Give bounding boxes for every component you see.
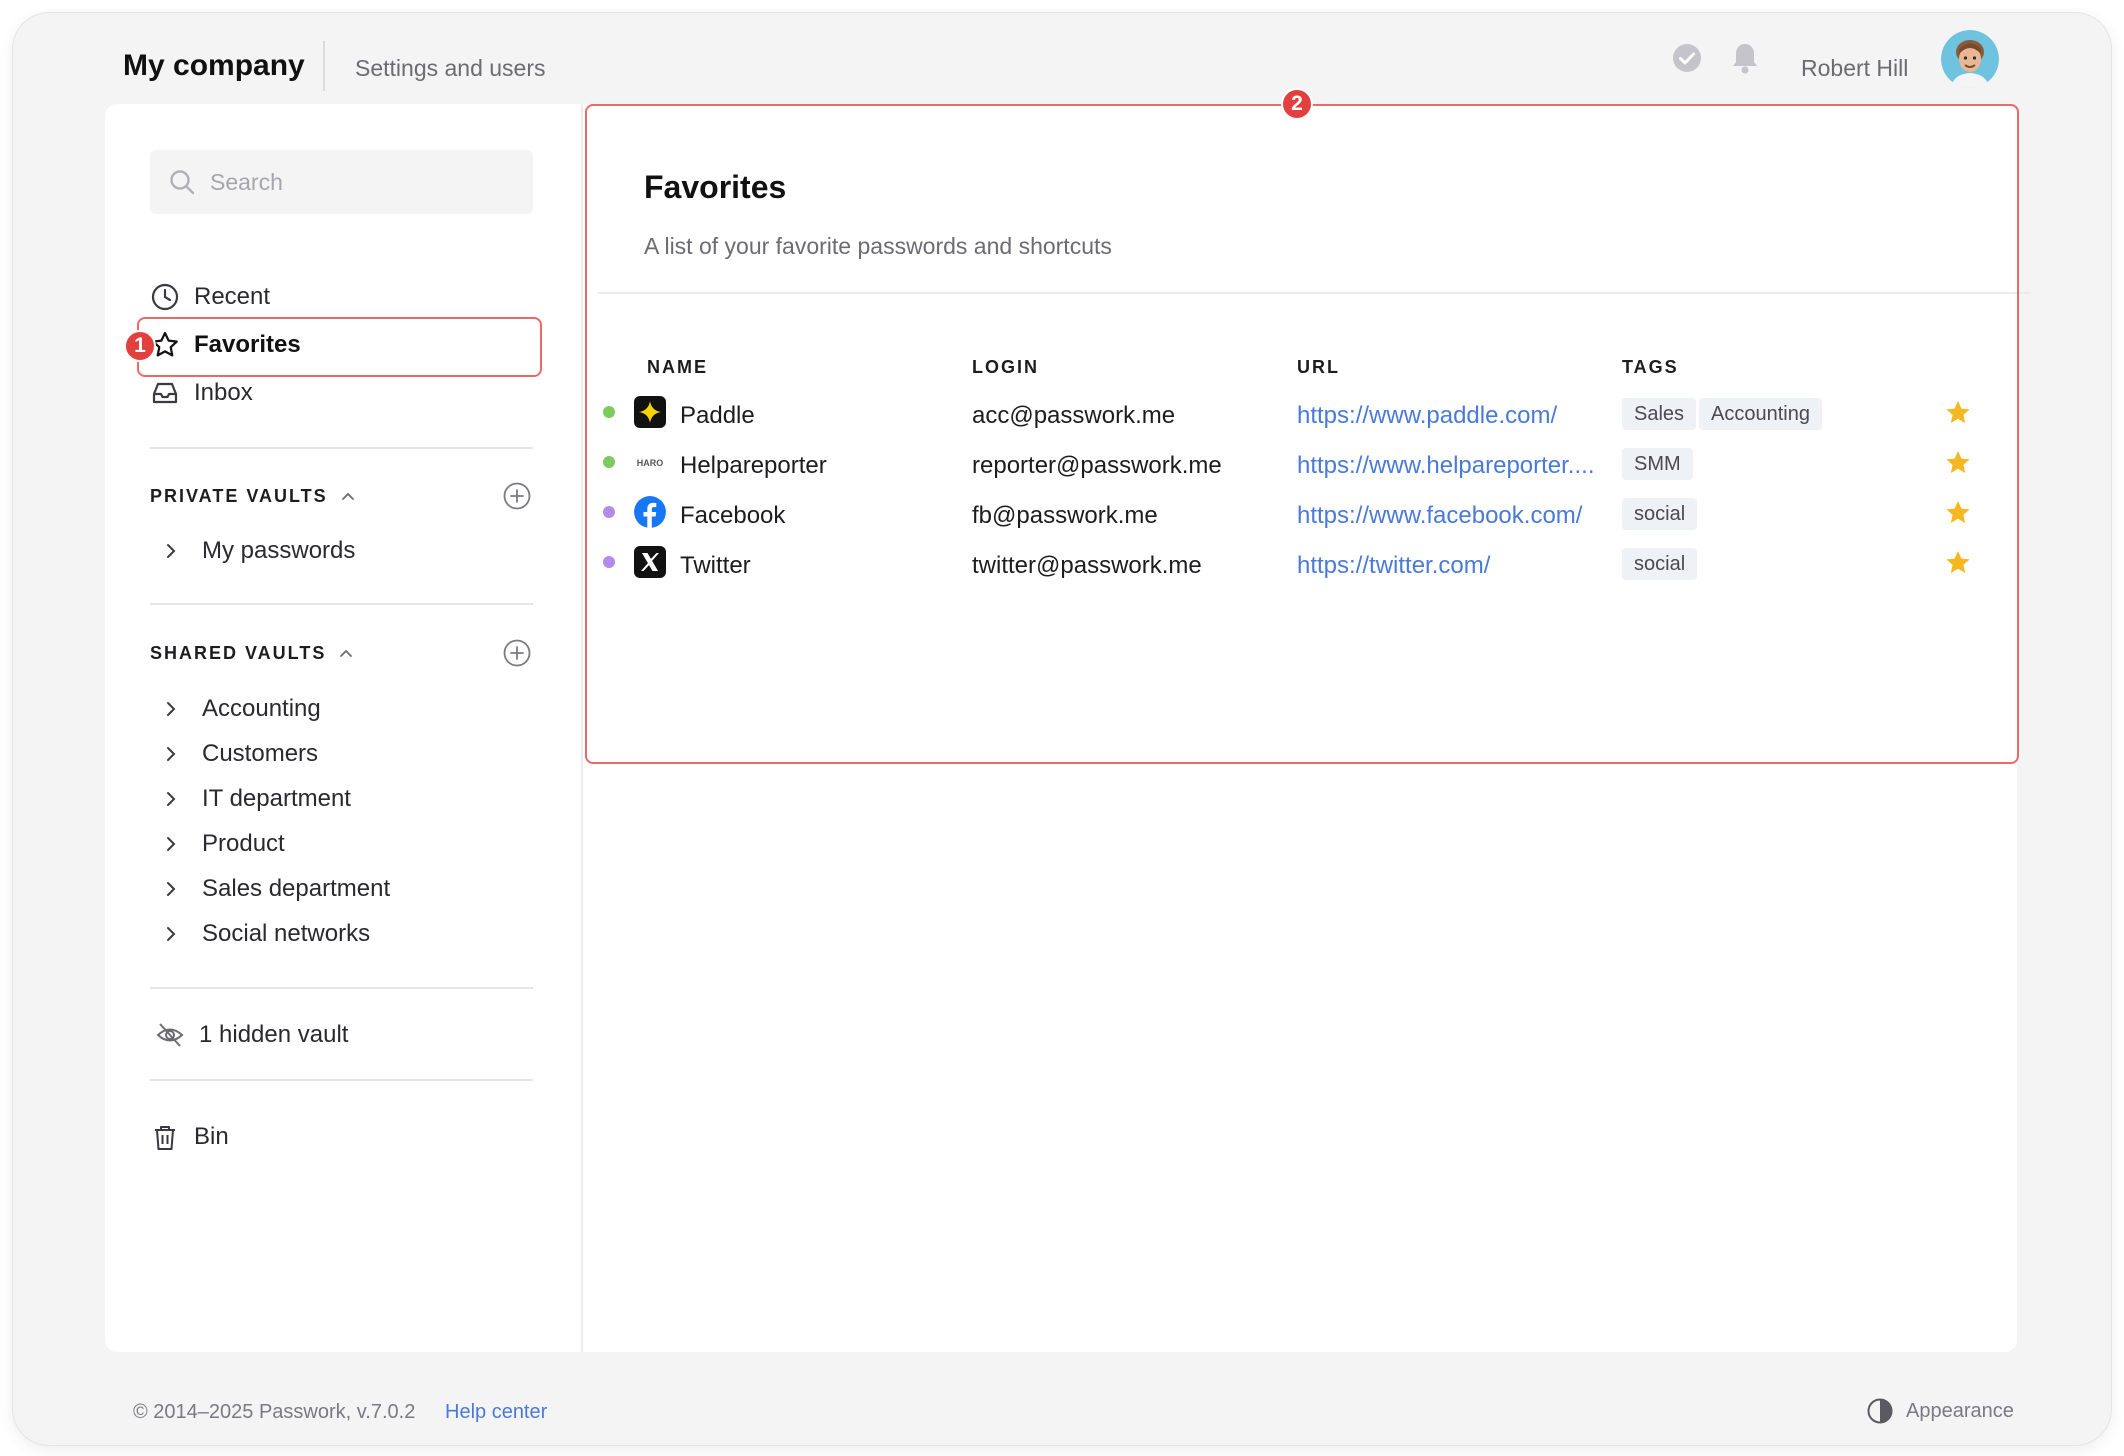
sidebar-divider xyxy=(150,603,533,605)
nav-inbox-label: Inbox xyxy=(194,379,253,406)
vault-social-networks[interactable]: Social networks xyxy=(160,914,370,954)
bell-icon[interactable] xyxy=(1729,41,1761,75)
search-box[interactable] xyxy=(150,150,533,214)
eye-off-icon xyxy=(155,1020,185,1050)
top-bar: My company Settings and users Robert Hil… xyxy=(13,13,2111,117)
vault-label: IT department xyxy=(202,785,351,812)
nav-bin-label: Bin xyxy=(194,1123,229,1150)
chevron-right-icon xyxy=(167,747,176,761)
vault-label: Accounting xyxy=(202,695,321,722)
nav-recent-label: Recent xyxy=(194,283,271,310)
avatar[interactable] xyxy=(1941,30,1999,88)
nav-recent[interactable]: Recent xyxy=(150,275,270,319)
clock-icon xyxy=(150,282,180,312)
chevron-up-icon xyxy=(341,492,354,500)
vault-label: My passwords xyxy=(202,537,356,564)
inbox-icon xyxy=(150,378,180,408)
vault-label: Product xyxy=(202,830,285,857)
sidebar-divider xyxy=(150,1079,533,1081)
sidebar-divider xyxy=(150,447,533,449)
annotation-badge-2: 2 xyxy=(1281,88,1313,120)
vault-product[interactable]: Product xyxy=(160,824,285,864)
top-divider xyxy=(323,41,325,91)
add-private-vault-button[interactable] xyxy=(502,481,532,511)
favorites-panel-highlight xyxy=(585,104,2019,764)
vault-label: Social networks xyxy=(202,920,371,947)
chevron-up-icon xyxy=(340,649,353,657)
shared-vaults-heading[interactable]: SHARED VAULTS xyxy=(150,638,354,668)
vault-it-department[interactable]: IT department xyxy=(160,779,351,819)
app-window: My company Settings and users Robert Hil… xyxy=(13,13,2111,1445)
vault-label: Customers xyxy=(202,740,319,767)
company-name[interactable]: My company xyxy=(123,49,305,83)
annotation-badge-1: 1 xyxy=(124,330,156,362)
appearance-button[interactable]: Appearance xyxy=(1866,1397,2014,1425)
sidebar-divider xyxy=(150,987,533,989)
appearance-label: Appearance xyxy=(1906,1399,2014,1422)
chevron-right-icon xyxy=(167,837,176,851)
add-shared-vault-button[interactable] xyxy=(502,638,532,668)
contrast-icon xyxy=(1867,1398,1893,1424)
vault-sales-department[interactable]: Sales department xyxy=(160,869,390,909)
private-vaults-label: PRIVATE VAULTS xyxy=(150,485,328,506)
settings-and-users-link[interactable]: Settings and users xyxy=(355,55,546,82)
hidden-vaults-toggle[interactable]: 1 hidden vault xyxy=(155,1013,348,1057)
favorites-highlight xyxy=(137,317,542,377)
chevron-right-icon xyxy=(167,927,176,941)
vault-customers[interactable]: Customers xyxy=(160,734,318,774)
private-vaults-heading[interactable]: PRIVATE VAULTS xyxy=(150,481,356,511)
vault-my-passwords[interactable]: My passwords xyxy=(160,531,355,571)
chevron-right-icon xyxy=(167,882,176,896)
check-circle-icon[interactable] xyxy=(1672,43,1702,73)
user-name[interactable]: Robert Hill xyxy=(1801,55,1908,82)
vault-accounting[interactable]: Accounting xyxy=(160,689,321,729)
chevron-right-icon xyxy=(167,792,176,806)
chevron-right-icon xyxy=(167,702,176,716)
shared-vaults-label: SHARED VAULTS xyxy=(150,642,327,663)
search-input[interactable] xyxy=(210,150,520,214)
trash-icon xyxy=(150,1122,180,1152)
hidden-vault-label: 1 hidden vault xyxy=(199,1021,349,1048)
help-center-link[interactable]: Help center xyxy=(445,1401,547,1424)
chevron-right-icon xyxy=(167,544,176,558)
sidebar: Recent Favorites Inbox 1 PRIVATE VAUL xyxy=(105,104,583,1352)
nav-bin[interactable]: Bin xyxy=(150,1115,229,1159)
nav-inbox[interactable]: Inbox xyxy=(150,371,253,415)
vault-label: Sales department xyxy=(202,875,391,902)
copyright: © 2014–2025 Passwork, v.7.0.2 xyxy=(133,1401,416,1423)
search-icon xyxy=(170,170,195,195)
